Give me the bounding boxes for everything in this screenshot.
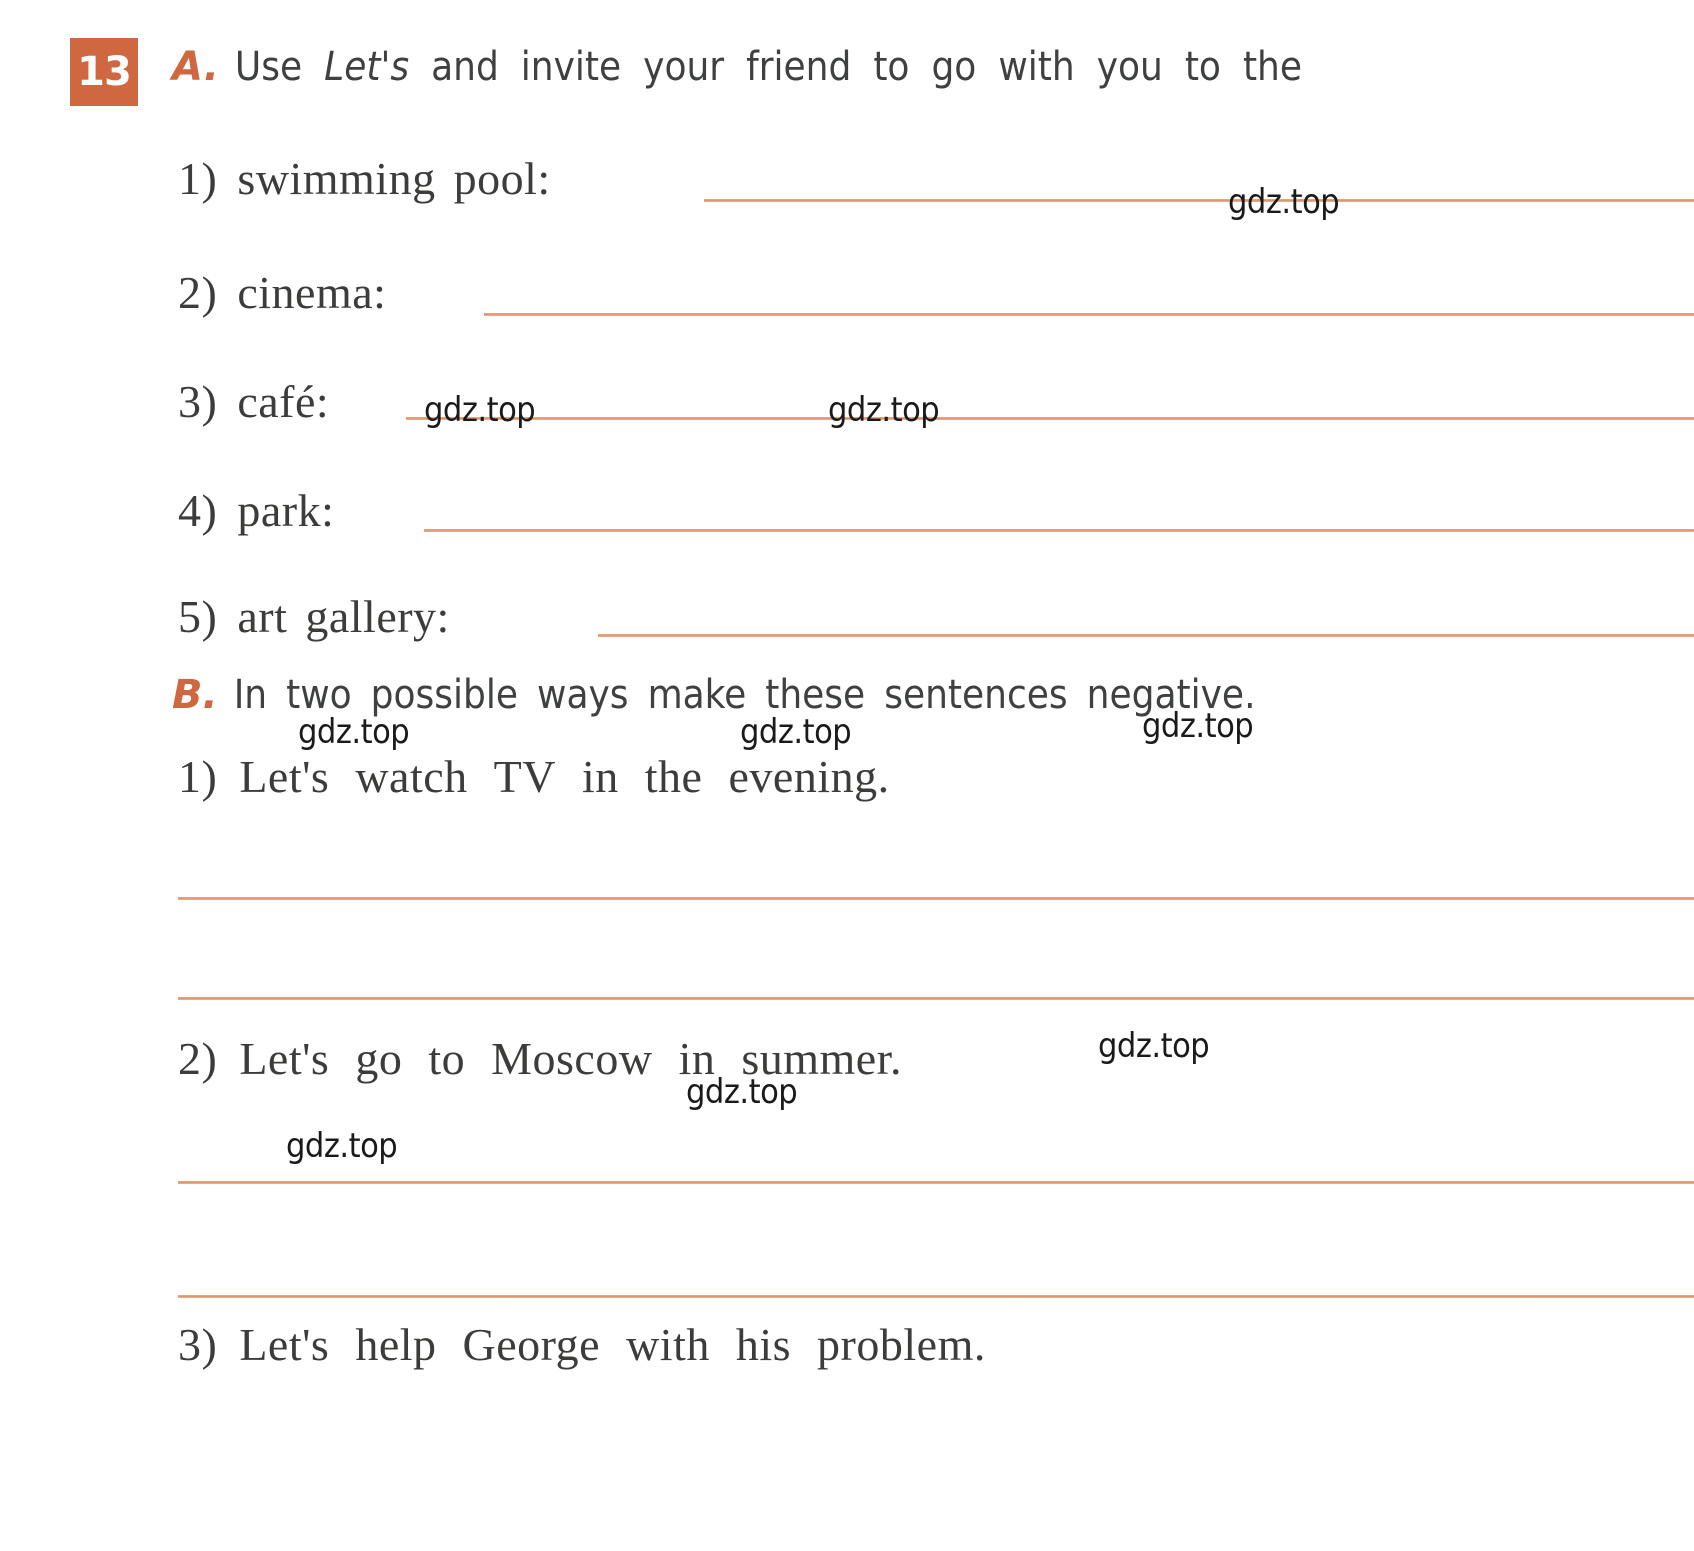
watermark-label: gdz.top <box>286 1126 398 1166</box>
watermark-label: gdz.top <box>740 712 852 752</box>
instr-word: sentences <box>884 672 1068 718</box>
exercise-number-badge: 13 <box>70 38 138 106</box>
instr-word: with <box>998 44 1075 90</box>
item-word: George <box>462 1319 601 1370</box>
instr-word: and <box>431 44 499 90</box>
item-word: go <box>355 1033 403 1084</box>
instr-word: to <box>1184 44 1221 90</box>
item-word: gallery: <box>305 591 450 642</box>
item-word: Moscow <box>491 1033 653 1084</box>
watermark-label: gdz.top <box>1228 182 1340 222</box>
watermark-label: gdz.top <box>424 390 536 430</box>
instr-word: In <box>233 672 268 718</box>
watermark-label: gdz.top <box>828 390 940 430</box>
item-word: art <box>237 591 288 642</box>
instr-word: Use <box>234 44 303 90</box>
instr-word: to <box>873 44 910 90</box>
answer-line-a5[interactable] <box>598 634 1694 637</box>
instr-word: you <box>1096 44 1163 90</box>
answer-line-a1[interactable] <box>704 199 1694 202</box>
item-number: 3) <box>178 1319 218 1370</box>
answer-line-b2-2[interactable] <box>178 1295 1694 1298</box>
list-item-a2: 2) cinema: <box>178 266 386 319</box>
item-word: cinema: <box>237 267 387 318</box>
answer-line-b1-1[interactable] <box>178 897 1694 900</box>
answer-line-a4[interactable] <box>424 529 1694 532</box>
watermark-label: gdz.top <box>686 1072 798 1112</box>
item-number: 1) <box>178 153 218 204</box>
instr-word: friend <box>746 44 852 90</box>
item-word: to <box>428 1033 466 1084</box>
list-item-a3: 3) café: <box>178 375 329 428</box>
watermark-label: gdz.top <box>298 712 410 752</box>
item-word: evening. <box>728 751 890 802</box>
item-word: swimming <box>237 153 436 204</box>
instr-word: make <box>647 672 747 718</box>
item-word: park: <box>237 485 335 536</box>
item-word: watch <box>355 751 468 802</box>
watermark-label: gdz.top <box>1098 1026 1210 1066</box>
item-word: help <box>355 1319 437 1370</box>
item-number: 3) <box>178 376 218 427</box>
instr-word: go <box>931 44 977 90</box>
answer-line-b2-1[interactable] <box>178 1181 1694 1184</box>
item-number: 5) <box>178 591 218 642</box>
item-word: Let's <box>239 1319 330 1370</box>
instr-word: your <box>643 44 725 90</box>
worksheet-page: 13 A. Use Let's and invite your friend to go with… <box>0 0 1694 1551</box>
answer-line-b1-2[interactable] <box>178 997 1694 1000</box>
section-a-letter: A. <box>172 44 219 90</box>
list-item-b1: 1) Let's watch TV in the evening. <box>178 750 890 803</box>
item-number: 4) <box>178 485 218 536</box>
answer-line-a2[interactable] <box>484 313 1694 316</box>
item-word: problem. <box>817 1319 986 1370</box>
item-number: 1) <box>178 751 218 802</box>
item-word: pool: <box>453 153 551 204</box>
item-word: TV <box>493 751 556 802</box>
instr-word: the <box>1242 44 1302 90</box>
list-item-a1: 1) swimming pool: <box>178 152 551 205</box>
watermark-label: gdz.top <box>1142 706 1254 746</box>
item-word: in <box>582 751 619 802</box>
instr-word: ways <box>537 672 629 718</box>
instr-word: invite <box>520 44 622 90</box>
item-word: café: <box>237 376 330 427</box>
list-item-a4: 4) park: <box>178 484 334 537</box>
answer-line-a3[interactable] <box>406 417 1694 420</box>
section-a-instruction: A. Use Let's and invite your friend to go with you… <box>172 44 1302 90</box>
instr-word-emphasis: Let's <box>324 44 410 90</box>
item-number: 2) <box>178 1033 218 1084</box>
item-number: 2) <box>178 267 218 318</box>
list-item-b3: 3) Let's help George with his problem. <box>178 1318 986 1371</box>
item-word: Let's <box>239 1033 330 1084</box>
item-word: Let's <box>239 751 330 802</box>
item-word: the <box>644 751 703 802</box>
section-b-letter: B. <box>172 672 218 718</box>
item-word: his <box>735 1319 792 1370</box>
item-word: with <box>626 1319 710 1370</box>
list-item-a5: 5) art gallery: <box>178 590 450 643</box>
